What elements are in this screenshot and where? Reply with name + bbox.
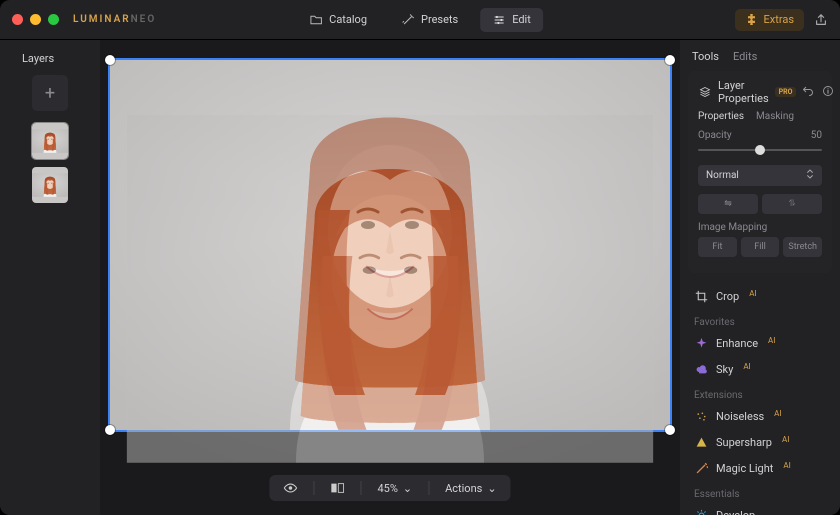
tool-crop[interactable]: CropAI xyxy=(680,283,840,309)
tab-presets[interactable]: Presets xyxy=(389,8,470,32)
folder-icon xyxy=(309,13,323,27)
transform-handle-tl[interactable] xyxy=(105,55,115,65)
info-icon[interactable] xyxy=(822,85,834,100)
group-favorites: Favorites xyxy=(680,309,840,330)
group-essentials: Essentials xyxy=(680,481,840,502)
tool-sky[interactable]: SkyAI xyxy=(680,356,840,382)
image-mapping-label: Image Mapping xyxy=(698,222,822,233)
canvas[interactable] xyxy=(110,60,670,430)
canvas-area: 45%⌄ Actions ⌄ xyxy=(100,40,680,515)
tool-enhance[interactable]: EnhanceAI xyxy=(680,330,840,356)
slider-thumb[interactable] xyxy=(755,145,765,155)
tool-develop[interactable]: Develop xyxy=(680,502,840,515)
wand-sparkle-icon xyxy=(694,461,708,475)
compare-toggle[interactable] xyxy=(330,481,344,495)
add-layer-button[interactable]: + xyxy=(32,75,68,111)
panel-tab-tools[interactable]: Tools xyxy=(692,50,719,63)
tab-edit[interactable]: Edit xyxy=(480,8,543,32)
tool-magiclight[interactable]: Magic LightAI xyxy=(680,455,840,481)
transform-handle-br[interactable] xyxy=(665,425,675,435)
opacity-value: 50 xyxy=(811,130,822,141)
app-window: LUMINARNEO Catalog Presets Edit xyxy=(0,0,840,515)
layer-properties-title: Layer Properties xyxy=(718,79,769,105)
chevron-up-down-icon xyxy=(806,169,814,182)
mapping-stretch-button[interactable]: Stretch xyxy=(783,237,822,257)
tools-panel: Tools Edits Layer Properties PRO xyxy=(680,40,840,515)
close-icon[interactable] xyxy=(12,14,23,25)
canvas-image-overlay xyxy=(127,115,653,463)
minimize-icon[interactable] xyxy=(30,14,41,25)
tool-noiseless[interactable]: NoiselessAI xyxy=(680,403,840,429)
flip-vertical-button[interactable]: ⥮ xyxy=(762,194,822,214)
pro-badge: PRO xyxy=(775,87,797,97)
app-logo: LUMINARNEO xyxy=(73,14,156,25)
triangle-icon xyxy=(694,435,708,449)
transform-handle-tr[interactable] xyxy=(665,55,675,65)
tab-catalog[interactable]: Catalog xyxy=(297,8,379,32)
opacity-slider[interactable] xyxy=(698,143,822,157)
title-bar: LUMINARNEO Catalog Presets Edit xyxy=(0,0,840,40)
layer-thumbnail-2[interactable] xyxy=(32,167,68,203)
tool-supersharp[interactable]: SupersharpAI xyxy=(680,429,840,455)
share-icon[interactable] xyxy=(814,13,828,27)
panel-tab-edits[interactable]: Edits xyxy=(733,50,757,63)
layer-properties-card: Layer Properties PRO Properties Masking xyxy=(688,71,832,273)
panel-tabs: Tools Edits xyxy=(680,50,840,71)
cloud-icon xyxy=(694,362,708,376)
actions-dropdown[interactable]: Actions ⌄ xyxy=(445,482,496,495)
wand-icon xyxy=(401,13,415,27)
layers-icon xyxy=(698,85,712,99)
subtab-masking[interactable]: Masking xyxy=(756,111,794,122)
transform-handle-bl[interactable] xyxy=(105,425,115,435)
canvas-toolbar: 45%⌄ Actions ⌄ xyxy=(269,475,510,501)
puzzle-icon xyxy=(745,13,759,27)
flip-horizontal-button[interactable]: ⇋ xyxy=(698,194,758,214)
window-controls xyxy=(12,14,59,25)
layers-sidebar: Layers + xyxy=(0,40,100,515)
divider xyxy=(360,481,361,495)
sliders-icon xyxy=(492,13,506,27)
extras-button[interactable]: Extras xyxy=(735,9,804,31)
main-area: Layers + xyxy=(0,40,840,515)
mapping-fill-button[interactable]: Fill xyxy=(741,237,780,257)
sun-icon xyxy=(694,508,708,515)
noise-icon xyxy=(694,409,708,423)
divider xyxy=(428,481,429,495)
visibility-toggle[interactable] xyxy=(283,481,297,495)
zoom-dropdown[interactable]: 45%⌄ xyxy=(377,482,412,495)
subtab-properties[interactable]: Properties xyxy=(698,111,744,122)
divider xyxy=(313,481,314,495)
sparkle-icon xyxy=(694,336,708,350)
layers-title: Layers xyxy=(0,52,54,65)
opacity-label: Opacity xyxy=(698,130,732,141)
compare-icon xyxy=(330,481,344,495)
maximize-icon[interactable] xyxy=(48,14,59,25)
group-extensions: Extensions xyxy=(680,382,840,403)
undo-icon[interactable] xyxy=(802,85,814,100)
blend-mode-select[interactable]: Normal xyxy=(698,165,822,186)
crop-icon xyxy=(694,289,708,303)
mode-tabs: Catalog Presets Edit xyxy=(297,8,543,32)
eye-icon xyxy=(283,481,297,495)
mapping-fit-button[interactable]: Fit xyxy=(698,237,737,257)
layer-thumbnail-1[interactable] xyxy=(32,123,68,159)
